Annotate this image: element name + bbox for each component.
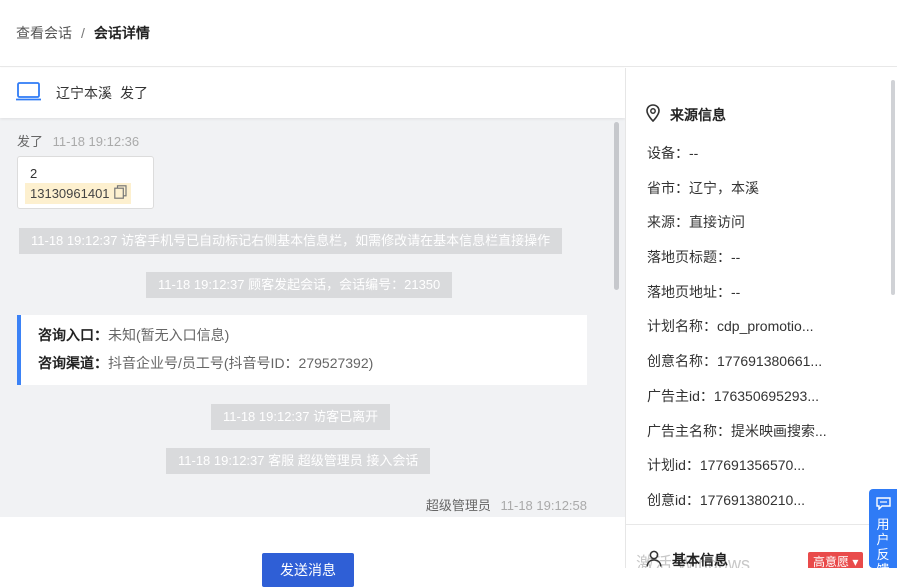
- chat-panel: 辽宁本溪 发了 发了 11-18 19:12:36 2 13130961401 …: [0, 68, 625, 587]
- chat-scrollbar[interactable]: [614, 122, 619, 290]
- info-plan-id: 计划id：177691356570...: [647, 457, 805, 474]
- source-info-list: 设备：-- 省市：辽宁，本溪 来源：直接访问 落地页标题：-- 落地页地址：--…: [647, 143, 877, 525]
- bubble-number: 2: [30, 166, 38, 181]
- send-message-button[interactable]: 发送消息: [262, 553, 354, 587]
- visitor-region: 辽宁本溪: [56, 85, 112, 101]
- consult-channel-row: 咨询渠道：抖音企业号/员工号(抖音号ID：279527392): [38, 354, 587, 382]
- info-creative-id: 创意id：177691380210...: [647, 491, 805, 508]
- info-landing-title: 落地页标题：--: [647, 249, 741, 266]
- system-note: 11-18 19:12:37 访客已离开: [211, 404, 391, 430]
- visitor-message-meta: 发了 11-18 19:12:36: [17, 131, 139, 150]
- copy-icon[interactable]: [110, 185, 127, 202]
- intent-level-value: 高意愿: [813, 555, 850, 568]
- info-source: 来源：直接访问: [647, 214, 745, 231]
- phone-number: 13130961401: [30, 186, 110, 201]
- agent-name: 超级管理员: [425, 498, 491, 513]
- info-plan-name: 计划名称：cdp_promotio...: [647, 318, 814, 335]
- system-note: 11-18 19:12:37 客服 超级管理员 接入会话: [166, 448, 431, 474]
- info-landing-url: 落地页地址：--: [647, 283, 741, 300]
- system-note: 11-18 19:12:37 访客手机号已自动标记右侧基本信息栏，如需修改请在基…: [19, 228, 563, 254]
- page-title: 会话详情: [93, 25, 150, 41]
- user-feedback-label: 用户反馈: [876, 517, 890, 577]
- info-advertiser-name: 广告主名称：提米映画搜索...: [647, 422, 827, 439]
- consult-entry-row: 咨询入口：未知(暂无入口信息): [38, 326, 587, 354]
- consult-source-card: 咨询入口：未知(暂无入口信息) 咨询渠道：抖音企业号/员工号(抖音号ID：279…: [17, 315, 587, 385]
- source-info-label: 来源信息: [670, 106, 726, 123]
- intent-level-dropdown[interactable]: 高意愿 ▾: [808, 552, 864, 568]
- caret-down-icon: ▾: [852, 555, 859, 568]
- info-advertiser-id: 广告主id：176350695293...: [647, 387, 819, 404]
- breadcrumb: 查看会话 / 会话详情: [0, 0, 897, 67]
- consult-channel-label: 咨询渠道：: [38, 355, 108, 371]
- breadcrumb-view-sessions[interactable]: 查看会话: [16, 23, 72, 43]
- visitor-header: 辽宁本溪 发了: [0, 68, 625, 118]
- location-pin-icon: [646, 104, 670, 125]
- user-icon: [646, 550, 672, 568]
- info-scrollbar[interactable]: [891, 80, 895, 295]
- visitor-last-message: 发了: [120, 85, 148, 101]
- phone-number-tag[interactable]: 13130961401: [25, 183, 131, 204]
- basic-info-label: 基本信息: [672, 552, 728, 568]
- user-feedback-button[interactable]: 用户反馈: [869, 489, 897, 577]
- info-panel: 来源信息 设备：-- 省市：辽宁，本溪 来源：直接访问 落地页标题：-- 落地页…: [626, 68, 897, 568]
- info-device: 设备：--: [647, 145, 699, 161]
- basic-info-title: 基本信息: [646, 550, 728, 568]
- compose-area: 发送消息: [0, 517, 625, 587]
- consult-entry-label: 咨询入口：: [38, 327, 108, 343]
- chat-messages[interactable]: 发了 11-18 19:12:36 2 13130961401 11-18 19…: [0, 118, 625, 518]
- visitor-message-text: 发了: [17, 134, 44, 149]
- visitor-message-time: 11-18 19:12:36: [52, 134, 140, 149]
- breadcrumb-separator: /: [81, 25, 85, 41]
- info-creative-name: 创意名称：177691380661...: [647, 353, 823, 370]
- agent-message-time: 11-18 19:12:58: [500, 498, 588, 513]
- consult-entry-value: 未知(暂无入口信息): [108, 327, 230, 343]
- consult-channel-value: 抖音企业号/员工号(抖音号ID：279527392): [108, 355, 374, 371]
- laptop-icon: [16, 82, 41, 104]
- info-city: 省市：辽宁，本溪: [647, 179, 759, 196]
- system-note: 11-18 19:12:37 顾客发起会话，会话编号：21350: [146, 272, 453, 298]
- agent-message-meta: 超级管理员 11-18 19:12:58: [426, 495, 587, 514]
- source-info-title: 来源信息: [646, 104, 726, 125]
- info-section-divider: [626, 524, 897, 525]
- visitor-message-bubble: 2 13130961401: [17, 156, 154, 209]
- chat-icon: [875, 497, 891, 513]
